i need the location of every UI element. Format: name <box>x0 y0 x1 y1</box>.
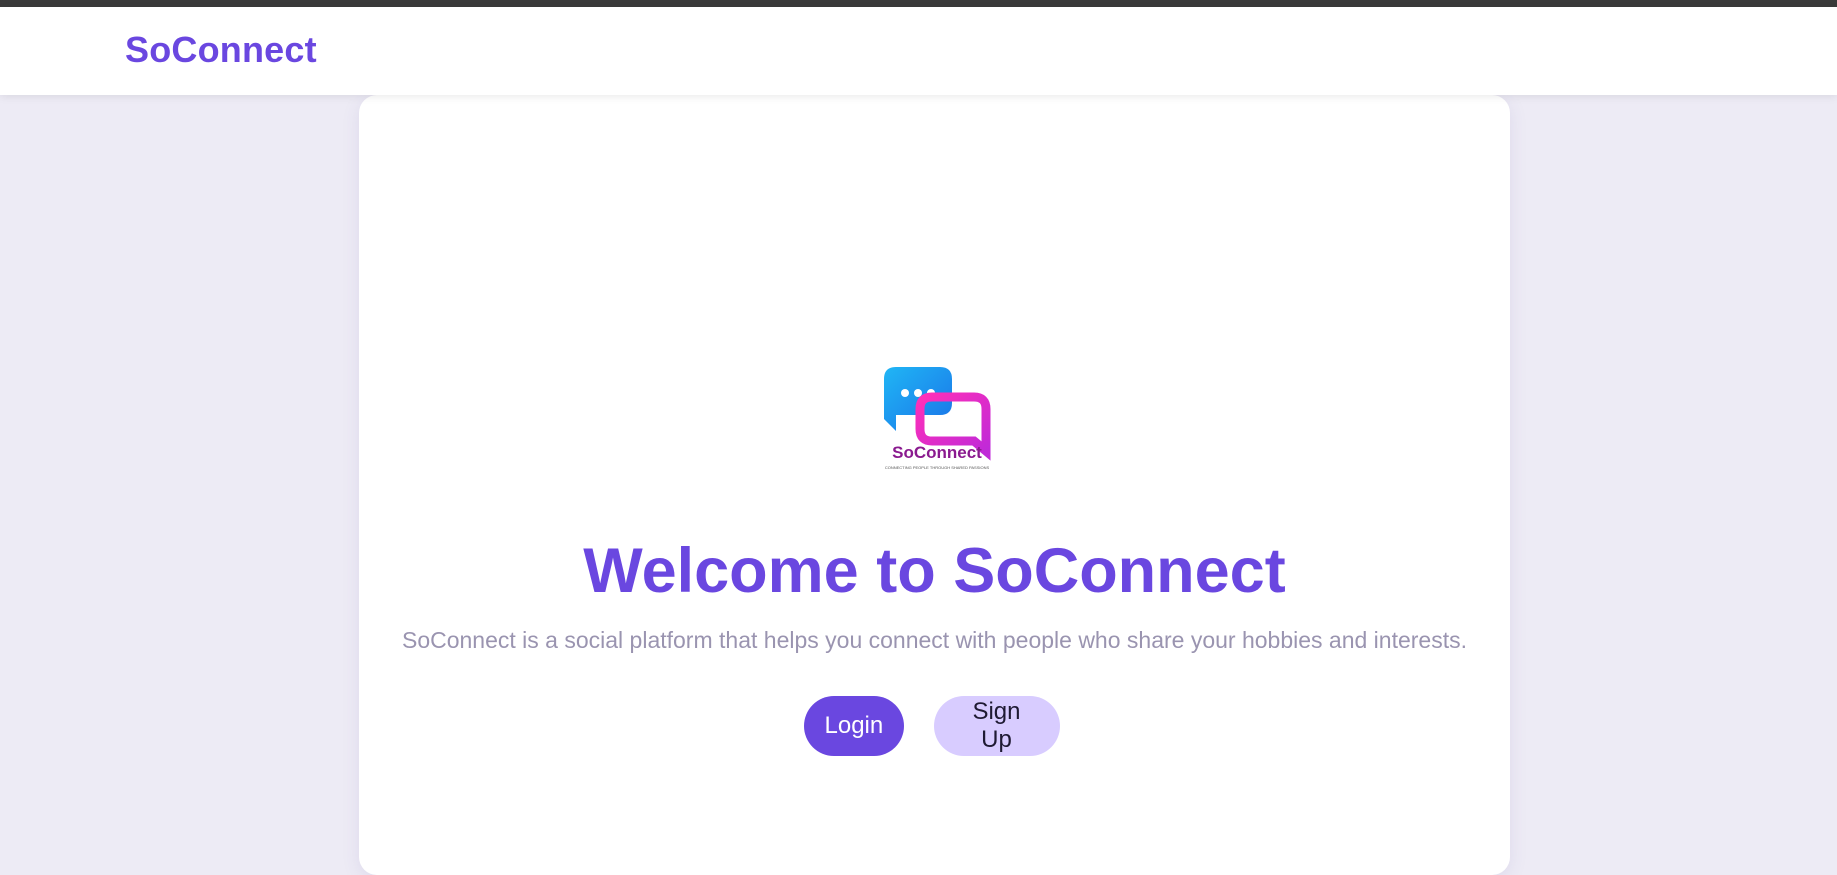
brand-link[interactable]: SoConnect <box>125 29 317 71</box>
svg-text:SoConnect: SoConnect <box>892 443 982 462</box>
page-title: Welcome to SoConnect <box>583 536 1286 606</box>
svg-text:CONNECTING PEOPLE THROUGH SHAR: CONNECTING PEOPLE THROUGH SHARED PASSION… <box>885 465 990 470</box>
soconnect-logo-icon: SoConnect CONNECTING PEOPLE THROUGH SHAR… <box>884 367 991 470</box>
auth-actions: Login Sign Up <box>359 696 1510 756</box>
login-button[interactable]: Login <box>803 696 904 756</box>
navbar: SoConnect <box>0 7 1837 95</box>
page-subtitle: SoConnect is a social platform that help… <box>401 627 1467 653</box>
sign-up-button[interactable]: Sign Up <box>933 696 1060 756</box>
welcome-card: SoConnect CONNECTING PEOPLE THROUGH SHAR… <box>359 95 1510 875</box>
browser-top-strip <box>0 0 1837 7</box>
